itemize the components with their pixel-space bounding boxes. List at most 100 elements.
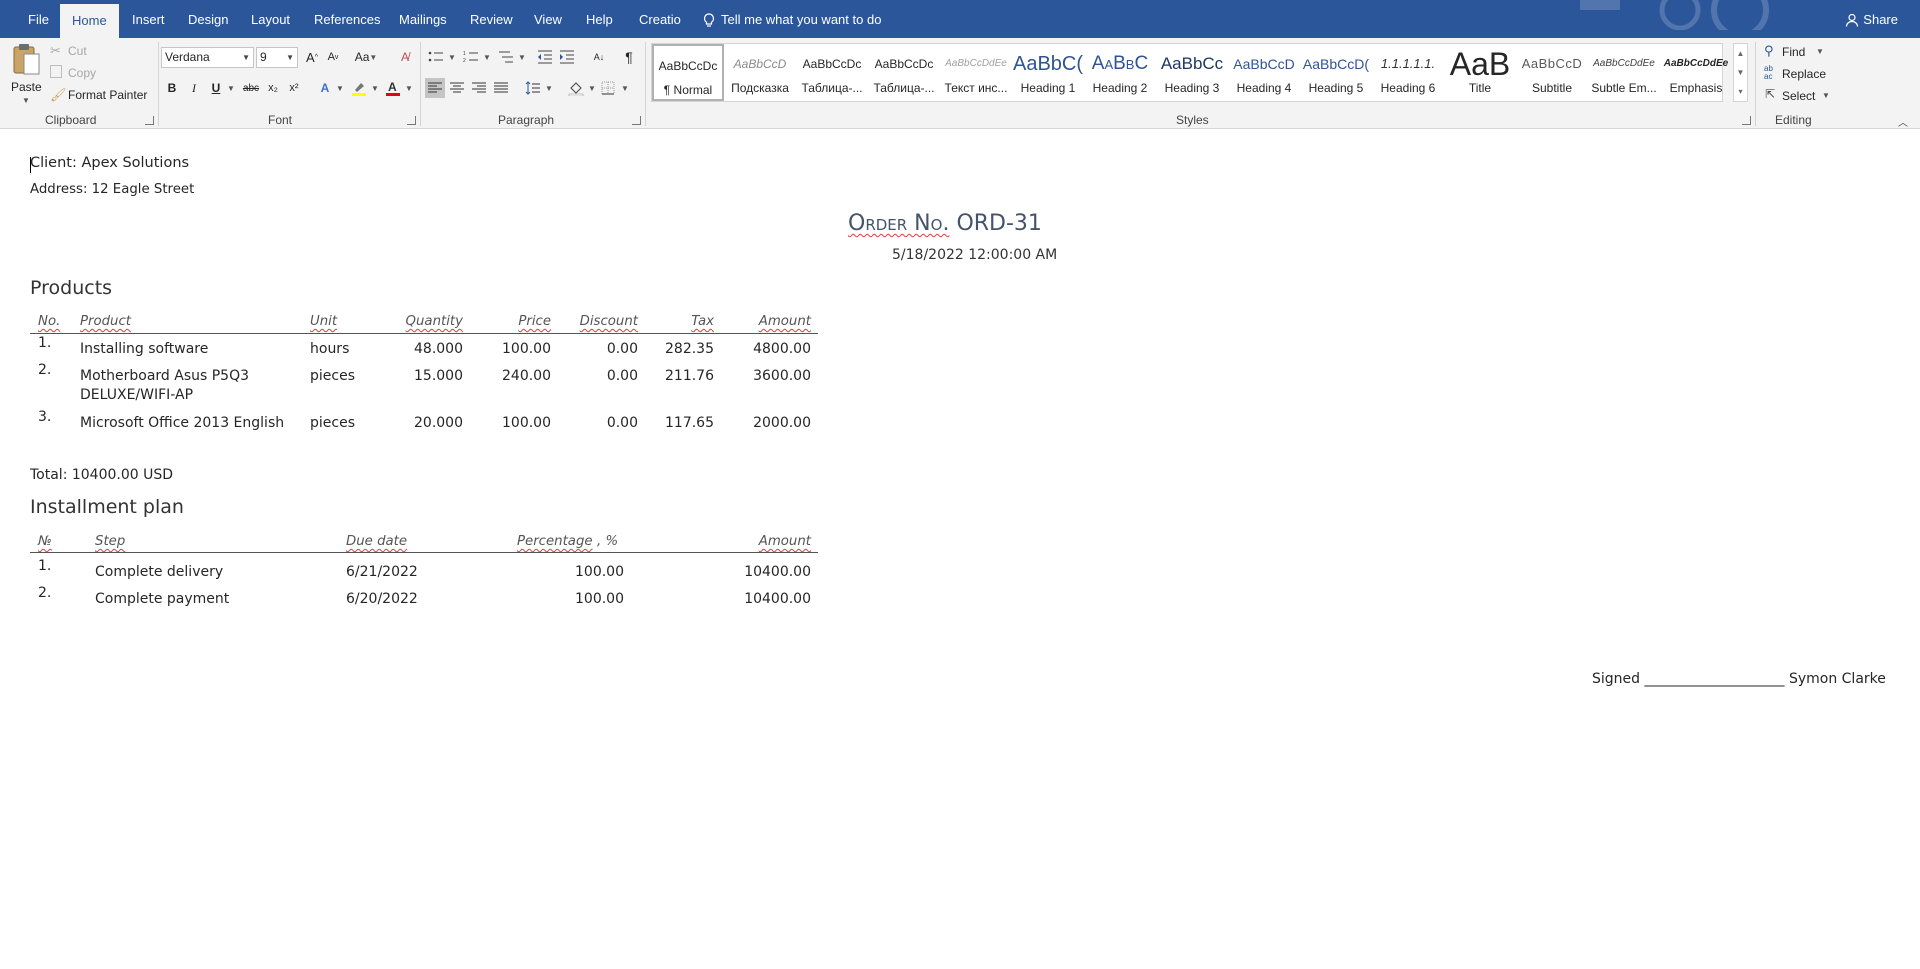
borders-icon[interactable] <box>598 78 618 98</box>
numbering-icon[interactable]: 12 <box>461 47 481 67</box>
tab-help[interactable]: Help <box>576 0 623 38</box>
highlight-icon[interactable] <box>349 78 369 98</box>
clear-formatting-icon[interactable]: A̸ <box>395 47 415 67</box>
bold-button[interactable]: B <box>162 78 182 98</box>
align-left-icon[interactable] <box>425 78 445 98</box>
style-preview: AaBbCcDc <box>874 57 934 71</box>
tab-review[interactable]: Review <box>460 0 523 38</box>
table-cell: pieces <box>310 415 355 431</box>
document-page[interactable]: Client: Apex Solutions Address: 12 Eagle… <box>0 130 1920 969</box>
table-cell: 3600.00 <box>753 368 811 384</box>
style-item[interactable]: AaBbCcD Подсказка <box>724 44 796 101</box>
tab-view[interactable]: View <box>524 0 572 38</box>
replace-button[interactable]: ab ac Replace <box>1764 65 1834 83</box>
underline-dropdown-arrow[interactable]: ▼ <box>227 84 235 93</box>
column-header: Step <box>95 534 126 549</box>
font-color-dropdown-arrow[interactable]: ▼ <box>405 84 413 93</box>
line-spacing-dropdown-arrow[interactable]: ▼ <box>545 84 553 93</box>
style-item[interactable]: AaBbCcD Subtitle <box>1516 44 1588 101</box>
change-case-label: Aa <box>354 50 370 64</box>
style-normal[interactable]: AaBbCcDc ¶ Normal <box>652 44 724 101</box>
tab-mailings[interactable]: Mailings <box>389 0 457 38</box>
tab-insert[interactable]: Insert <box>122 0 175 38</box>
tell-me-box[interactable]: Tell me what you want to do <box>703 0 881 38</box>
style-label: Subtitle <box>1531 81 1573 95</box>
style-item[interactable]: AaBbCc Heading 3 <box>1156 44 1228 101</box>
style-item[interactable]: AaBbC Heading 2 <box>1084 44 1156 101</box>
gallery-up-icon[interactable]: ▲ <box>1734 44 1747 63</box>
styles-launcher-icon[interactable] <box>1742 116 1751 125</box>
row-number: 3. <box>38 409 52 425</box>
select-button[interactable]: ⇱ Select ▼ <box>1764 87 1834 105</box>
style-item[interactable]: AaBbCcDc Таблица-... <box>796 44 868 101</box>
font-size-box[interactable]: 9 ▼ <box>256 47 298 68</box>
text-effects-dropdown-arrow[interactable]: ▼ <box>336 84 344 93</box>
line-spacing-icon[interactable] <box>523 78 543 98</box>
replace-label: Replace <box>1782 67 1827 81</box>
ribbon-tab-bar: File Home Insert Design Layout Reference… <box>0 0 1920 38</box>
subscript-button[interactable]: x₂ <box>263 78 283 98</box>
text-effects-icon[interactable]: A <box>315 78 335 98</box>
italic-button[interactable]: I <box>184 78 204 98</box>
tab-creatio[interactable]: Creatio <box>629 0 691 38</box>
style-item[interactable]: AaBbCcD Heading 4 <box>1228 44 1300 101</box>
row-number: 2. <box>38 362 52 378</box>
table-cell: 100.00 <box>502 341 551 357</box>
paragraph-launcher-icon[interactable] <box>632 116 641 125</box>
style-item[interactable]: AaBbCcD(Heading 5 <box>1300 44 1372 101</box>
tab-references[interactable]: References <box>304 0 390 38</box>
font-color-icon[interactable]: A <box>383 78 403 98</box>
style-item[interactable]: AaBbC(Heading 1 <box>1012 44 1084 101</box>
shading-dropdown-arrow[interactable]: ▼ <box>588 84 596 93</box>
grow-font-icon[interactable]: A ^ <box>302 47 322 67</box>
tab-layout[interactable]: Layout <box>241 0 300 38</box>
gallery-scroll[interactable]: ▲ ▼ ▾ <box>1733 43 1748 102</box>
underline-button[interactable]: U <box>206 78 226 98</box>
style-preview: AaBbCcDc <box>658 59 718 73</box>
style-item[interactable]: AaBbCcDdEe Emphasis <box>1660 44 1732 101</box>
share-button[interactable]: Share <box>1845 0 1898 38</box>
change-case-button[interactable]: Aa ▼ <box>352 47 380 67</box>
strikethrough-button[interactable]: abc <box>240 78 262 98</box>
justify-icon[interactable] <box>491 78 511 98</box>
style-item[interactable]: AaB Title <box>1444 44 1516 101</box>
font-name-box[interactable]: Verdana ▼ <box>161 47 254 68</box>
find-button[interactable]: ⚲ Find ▼ <box>1764 43 1834 61</box>
multilevel-list-icon[interactable] <box>496 47 516 67</box>
numbering-dropdown-arrow[interactable]: ▼ <box>483 53 491 62</box>
align-center-icon[interactable] <box>447 78 467 98</box>
borders-dropdown-arrow[interactable]: ▼ <box>621 84 629 93</box>
collapse-ribbon-icon[interactable]: ︿ <box>1898 114 1908 129</box>
tab-home[interactable]: Home <box>60 4 119 38</box>
paste-button[interactable]: Paste ▼ <box>10 42 42 110</box>
font-launcher-icon[interactable] <box>407 116 416 125</box>
tab-file[interactable]: File <box>18 0 59 38</box>
gallery-down-icon[interactable]: ▼ <box>1734 63 1747 82</box>
highlight-dropdown-arrow[interactable]: ▼ <box>371 84 379 93</box>
gallery-more-icon[interactable]: ▾ <box>1734 82 1747 101</box>
align-right-icon[interactable] <box>469 78 489 98</box>
decrease-indent-icon[interactable] <box>535 47 555 67</box>
style-item[interactable]: AaBbCcDdEe Subtle Em... <box>1588 44 1660 101</box>
paste-dropdown-arrow[interactable]: ▼ <box>22 96 30 105</box>
paintbrush-icon: 🖌 <box>50 87 67 102</box>
shading-icon[interactable] <box>566 78 586 98</box>
style-item[interactable]: AaBbCcDc Таблица-... <box>868 44 940 101</box>
column-header: Percentage <box>517 534 593 549</box>
show-formatting-icon[interactable]: ¶ <box>619 47 639 67</box>
style-label: Таблица-... <box>801 81 863 95</box>
sort-icon[interactable]: A↓ <box>589 47 609 67</box>
style-item[interactable]: AaBbCcDdEe Текст инс... <box>940 44 1012 101</box>
multilevel-dropdown-arrow[interactable]: ▼ <box>518 53 526 62</box>
superscript-button[interactable]: x² <box>284 78 304 98</box>
style-preview: 1.1.1.1.1. <box>1380 56 1436 71</box>
bullets-dropdown-arrow[interactable]: ▼ <box>448 53 456 62</box>
style-item[interactable]: 1.1.1.1.1. Heading 6 <box>1372 44 1444 101</box>
clipboard-launcher-icon[interactable] <box>145 116 154 125</box>
tab-design[interactable]: Design <box>178 0 238 38</box>
increase-indent-icon[interactable] <box>557 47 577 67</box>
table-cell: 4800.00 <box>753 341 811 357</box>
shrink-font-icon[interactable]: Av <box>323 47 343 67</box>
style-label: Heading 3 <box>1164 81 1220 95</box>
bullets-icon[interactable] <box>426 47 446 67</box>
